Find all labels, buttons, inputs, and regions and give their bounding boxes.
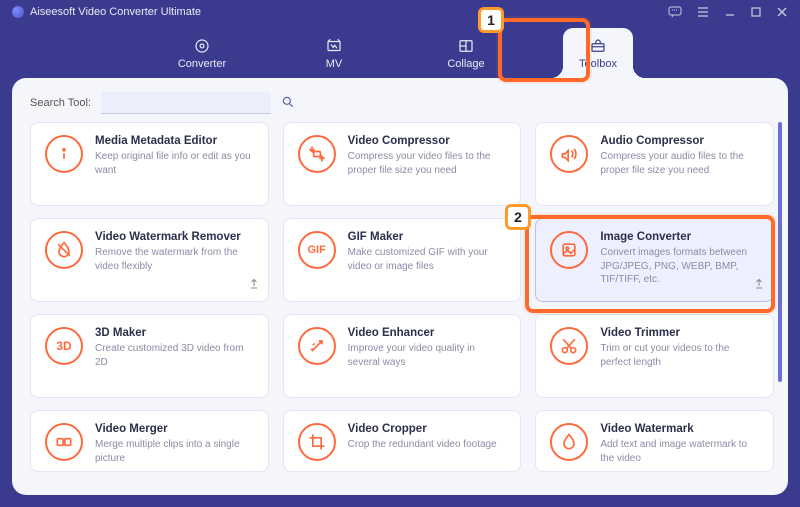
merge-icon xyxy=(45,423,83,461)
tool-desc: Keep original file info or edit as you w… xyxy=(95,150,254,177)
tool-title: Image Converter xyxy=(600,231,759,243)
scrollbar[interactable] xyxy=(778,122,782,382)
3d-icon: 3D xyxy=(45,327,83,365)
tool-card[interactable]: Media Metadata Editor Keep original file … xyxy=(30,122,269,206)
gif-icon: GIF xyxy=(298,231,336,269)
pin-icon[interactable] xyxy=(248,277,260,295)
tool-card[interactable]: Video Merger Merge multiple clips into a … xyxy=(30,410,269,472)
crop-icon xyxy=(298,423,336,461)
tabbar: Converter MV Collage Toolbox xyxy=(0,24,800,78)
pin-icon[interactable] xyxy=(753,277,765,295)
converter-icon xyxy=(193,37,211,55)
tool-desc: Merge multiple clips into a single pictu… xyxy=(95,438,254,465)
tool-desc: Add text and image watermark to the vide… xyxy=(600,438,759,465)
titlebar: Aiseesoft Video Converter Ultimate xyxy=(0,0,800,24)
tab-collage[interactable]: Collage xyxy=(431,28,501,78)
toolbox-panel: Search Tool: Media Metadata Editor Keep o… xyxy=(12,78,788,495)
app-logo-icon xyxy=(12,6,24,18)
search-row: Search Tool: xyxy=(30,92,770,114)
search-label: Search Tool: xyxy=(30,97,91,109)
nowater-icon xyxy=(45,231,83,269)
tool-title: Audio Compressor xyxy=(600,135,759,147)
tab-mv[interactable]: MV xyxy=(299,28,369,78)
tool-card[interactable]: 3D 3D Maker Create customized 3D video fro… xyxy=(30,314,269,398)
tab-label: Converter xyxy=(178,58,226,70)
audio-icon xyxy=(550,135,588,173)
toolbox-icon xyxy=(589,37,607,55)
tab-label: MV xyxy=(326,58,343,70)
tool-card[interactable]: GIF GIF Maker Make customized GIF with you… xyxy=(283,218,522,302)
imgconv-icon xyxy=(550,231,588,269)
menu-icon[interactable] xyxy=(696,6,710,18)
tool-desc: Create customized 3D video from 2D xyxy=(95,342,254,369)
trim-icon xyxy=(550,327,588,365)
tool-title: Video Watermark xyxy=(600,423,759,435)
app-title: Aiseesoft Video Converter Ultimate xyxy=(30,6,201,18)
tool-desc: Convert images formats between JPG/JPEG,… xyxy=(600,246,759,287)
tab-converter[interactable]: Converter xyxy=(167,28,237,78)
tool-desc: Compress your video files to the proper … xyxy=(348,150,507,177)
search-icon[interactable] xyxy=(281,95,295,112)
tool-card[interactable]: Video Cropper Crop the redundant video fo… xyxy=(283,410,522,472)
tool-card[interactable]: Video Enhancer Improve your video quality… xyxy=(283,314,522,398)
minimize-icon[interactable] xyxy=(724,6,736,18)
mv-icon xyxy=(325,37,343,55)
tool-desc: Compress your audio files to the proper … xyxy=(600,150,759,177)
feedback-icon[interactable] xyxy=(668,6,682,18)
tool-desc: Remove the watermark from the video flex… xyxy=(95,246,254,273)
tab-toolbox[interactable]: Toolbox xyxy=(563,28,633,78)
tool-title: Video Enhancer xyxy=(348,327,507,339)
info-icon xyxy=(45,135,83,173)
collage-icon xyxy=(457,37,475,55)
tool-card[interactable]: Audio Compressor Compress your audio file… xyxy=(535,122,774,206)
watermark-icon xyxy=(550,423,588,461)
tool-title: Media Metadata Editor xyxy=(95,135,254,147)
tab-label: Toolbox xyxy=(579,58,617,70)
tool-title: 3D Maker xyxy=(95,327,254,339)
tab-label: Collage xyxy=(447,58,484,70)
tool-title: Video Cropper xyxy=(348,423,507,435)
maximize-icon[interactable] xyxy=(750,6,762,18)
tool-desc: Crop the redundant video footage xyxy=(348,438,507,452)
tool-title: Video Merger xyxy=(95,423,254,435)
search-input[interactable] xyxy=(101,92,271,114)
tool-desc: Trim or cut your videos to the perfect l… xyxy=(600,342,759,369)
tool-card[interactable]: Video Trimmer Trim or cut your videos to … xyxy=(535,314,774,398)
tool-title: Video Trimmer xyxy=(600,327,759,339)
close-icon[interactable] xyxy=(776,6,788,18)
enhance-icon xyxy=(298,327,336,365)
tool-title: Video Watermark Remover xyxy=(95,231,254,243)
tool-card[interactable]: Video Compressor Compress your video file… xyxy=(283,122,522,206)
tool-desc: Make customized GIF with your video or i… xyxy=(348,246,507,273)
tool-card[interactable]: Video Watermark Remover Remove the waterm… xyxy=(30,218,269,302)
tool-title: Video Compressor xyxy=(348,135,507,147)
tool-card[interactable]: Image Converter Convert images formats be… xyxy=(535,218,774,302)
compress-icon xyxy=(298,135,336,173)
tool-desc: Improve your video quality in several wa… xyxy=(348,342,507,369)
tool-title: GIF Maker xyxy=(348,231,507,243)
tool-card[interactable]: Video Watermark Add text and image waterm… xyxy=(535,410,774,472)
tool-scroll-area: Media Metadata Editor Keep original file … xyxy=(30,122,774,485)
